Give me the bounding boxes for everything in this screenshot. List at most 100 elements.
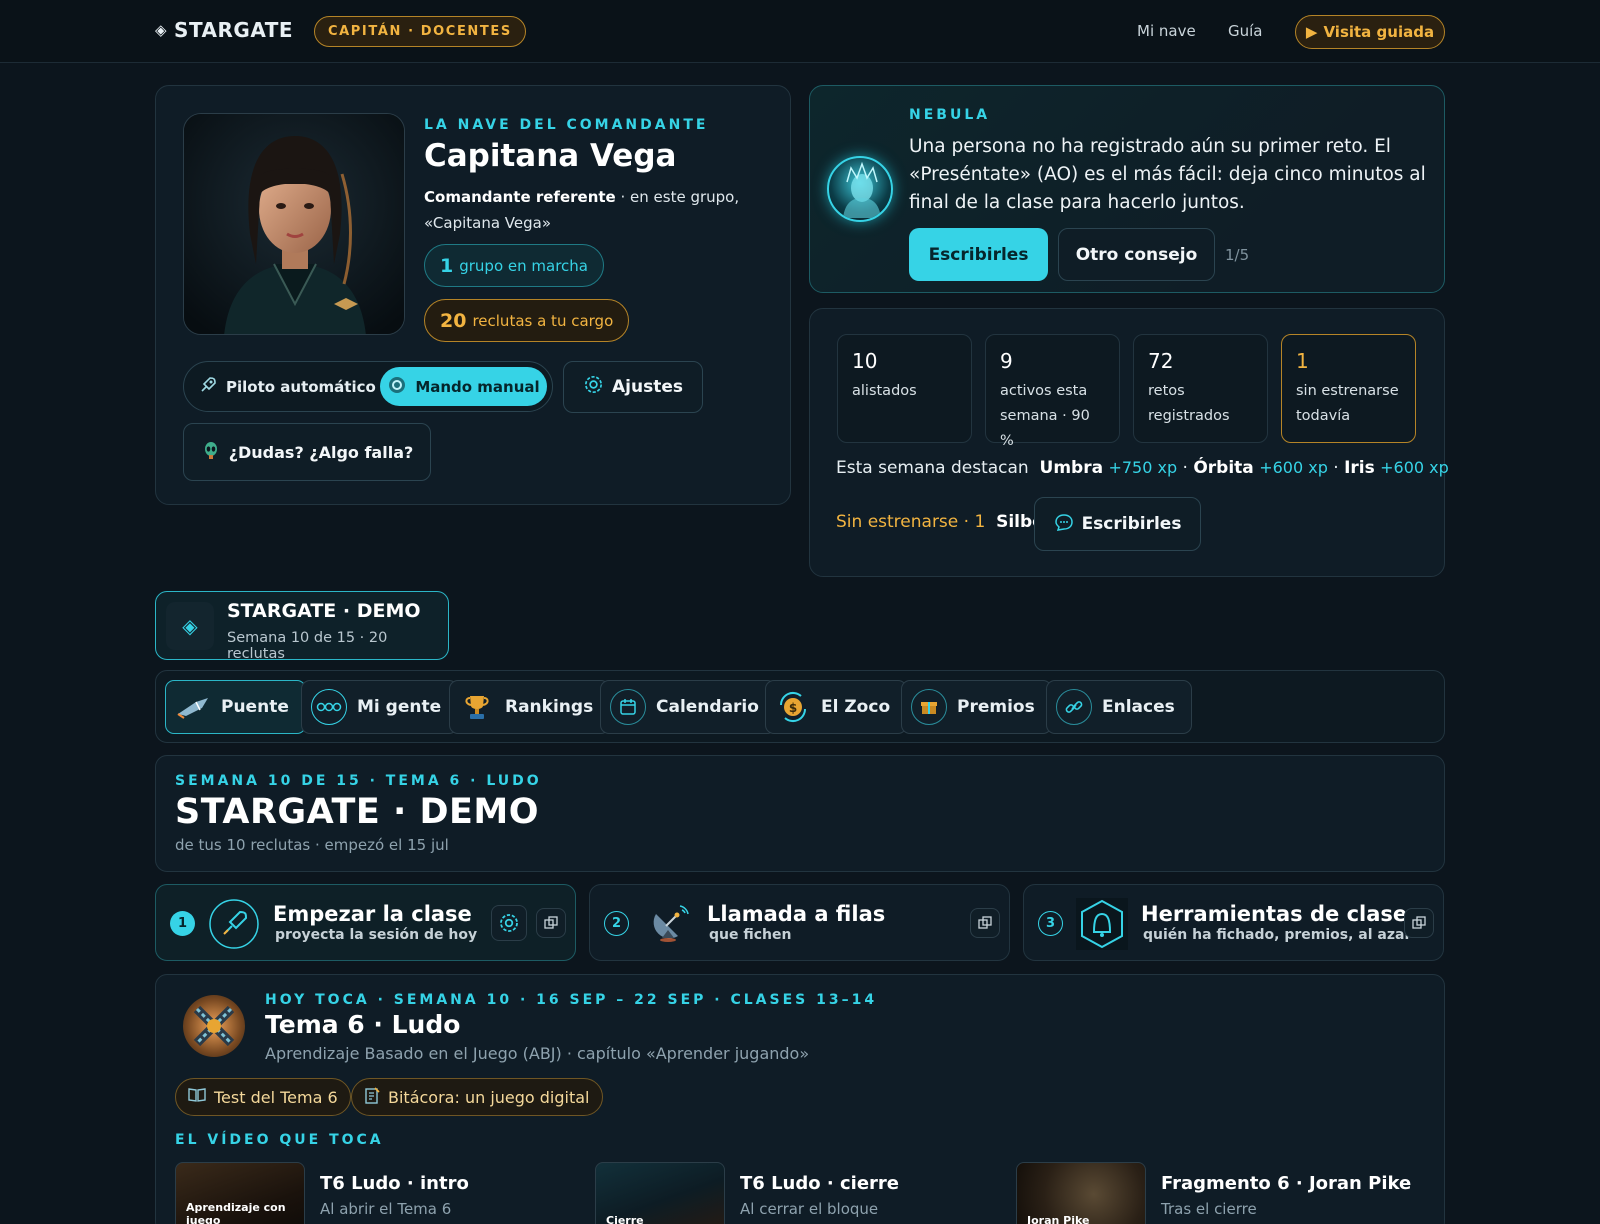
action-subtitle: que fichen xyxy=(709,927,792,943)
manual-mode-label: Mando manual xyxy=(415,377,540,396)
video-thumbnail: Joran Pike xyxy=(1016,1162,1146,1224)
untried-label: Sin estrenarse · 1 xyxy=(836,512,986,532)
video-title: T6 Ludo · intro xyxy=(320,1173,469,1194)
tab-label: Enlaces xyxy=(1102,697,1175,717)
settings-label: Ajustes xyxy=(612,377,683,397)
groups-label: grupo en marcha xyxy=(459,256,588,275)
copy-icon[interactable] xyxy=(536,908,566,938)
settings-button[interactable]: Ajustes xyxy=(563,361,703,413)
tab-rankings[interactable]: Rankings xyxy=(449,680,611,734)
step-number: 3 xyxy=(1038,911,1063,936)
copy-icon[interactable] xyxy=(1404,908,1434,938)
nav-guide[interactable]: Guía xyxy=(1228,22,1263,40)
guided-tour-button[interactable]: ▶ Visita guiada xyxy=(1295,15,1445,49)
bell-icon xyxy=(1076,898,1128,950)
coin-icon: $ xyxy=(775,689,811,725)
rocket-icon xyxy=(198,375,218,399)
highlight-name[interactable]: Iris xyxy=(1344,458,1375,478)
diamond-icon: ◈ xyxy=(155,21,168,39)
video-item[interactable]: Cierre T6 Ludo · cierre Al cerrar el blo… xyxy=(595,1162,995,1224)
video-subtitle: Al cerrar el bloque xyxy=(740,1200,879,1218)
nebula-advice-card: NEBULA Una persona no ha registrado aún … xyxy=(809,85,1445,293)
manual-mode-option[interactable]: Mando manual xyxy=(380,367,547,406)
stat-value: 9 xyxy=(1000,349,1013,373)
thumbnail-caption: Aprendizaje con juego xyxy=(186,1201,286,1224)
write-them-button[interactable]: Escribirles xyxy=(909,228,1048,281)
diamond-icon: ◈ xyxy=(166,602,214,650)
week-header: SEMANA 10 DE 15 · TEMA 6 · LUDO STARGATE… xyxy=(155,755,1445,872)
alien-icon xyxy=(201,440,221,464)
stat-value: 1 xyxy=(1296,349,1309,373)
video-item[interactable]: Aprendizaje con juego T6 Ludo · intro Al… xyxy=(175,1162,575,1224)
trophy-icon xyxy=(459,689,495,725)
tab-calendar[interactable]: Calendario xyxy=(600,680,776,734)
stat-label: activos esta semana · 90 % xyxy=(1000,383,1090,449)
another-tip-button[interactable]: Otro consejo xyxy=(1058,228,1215,281)
logo-text: STARGATE xyxy=(174,18,294,42)
nav-my-ship[interactable]: Mi nave xyxy=(1137,22,1196,40)
group-selector[interactable]: ◈ STARGATE · DEMO Semana 10 de 15 · 20 r… xyxy=(155,591,449,662)
start-class-card[interactable]: 1 Empezar la clase proyecta la sesión de… xyxy=(155,884,576,961)
week-title: STARGATE · DEMO xyxy=(175,792,539,832)
action-title: Empezar la clase xyxy=(273,902,472,926)
tab-label: Calendario xyxy=(656,697,759,717)
highlight-name[interactable]: Órbita xyxy=(1193,458,1253,478)
people-icon xyxy=(311,689,347,725)
video-item[interactable]: Joran Pike Fragmento 6 · Joran Pike Tras… xyxy=(1016,1162,1426,1224)
help-button[interactable]: ¿Dudas? ¿Algo falla? xyxy=(183,423,431,481)
topic-test-chip[interactable]: Test del Tema 6 xyxy=(175,1078,351,1116)
groups-count: 1 xyxy=(440,254,454,277)
autopilot-label: Piloto automático xyxy=(226,377,376,396)
untried-row: Sin estrenarse · 1 Silbo xyxy=(836,512,1044,532)
class-tools-card[interactable]: 3 Herramientas de clase quién ha fichado… xyxy=(1023,884,1444,961)
stat-untried[interactable]: 1 sin estrenarse todavía xyxy=(1281,334,1416,443)
topic-badge xyxy=(183,995,245,1057)
stat-active: 9 activos esta semana · 90 % xyxy=(985,334,1120,449)
step-number: 2 xyxy=(604,911,629,936)
tab-bridge[interactable]: Puente xyxy=(165,680,306,734)
nebula-kicker: NEBULA xyxy=(909,107,991,123)
thumbnail-caption: Cierre xyxy=(606,1214,644,1224)
gear-icon[interactable] xyxy=(491,905,527,941)
nebula-avatar xyxy=(827,156,893,222)
logbook-chip[interactable]: Bitácora: un juego digital xyxy=(351,1078,603,1116)
video-title: Fragmento 6 · Joran Pike xyxy=(1161,1173,1412,1194)
stat-value: 10 xyxy=(852,349,878,373)
video-title: T6 Ludo · cierre xyxy=(740,1173,899,1194)
commander-name: Capitana Vega xyxy=(424,138,677,174)
thumbnail-caption: Joran Pike xyxy=(1027,1214,1090,1224)
calendar-icon xyxy=(610,689,646,725)
highlight-xp: +750 xp xyxy=(1108,458,1178,477)
highlight-xp: +600 xp xyxy=(1259,458,1328,477)
notebook-icon xyxy=(364,1086,380,1108)
tab-links[interactable]: Enlaces xyxy=(1046,680,1192,734)
tab-label: Premios xyxy=(957,697,1035,717)
step-number: 1 xyxy=(170,911,195,936)
help-label: ¿Dudas? ¿Algo falla? xyxy=(228,442,414,462)
mode-toggle: Piloto automático Mando manual xyxy=(183,361,553,412)
group-subtitle: Semana 10 de 15 · 20 reclutas xyxy=(227,630,388,662)
play-icon: ▶ xyxy=(1305,23,1318,41)
autopilot-option[interactable]: Piloto automático xyxy=(198,362,376,411)
logo[interactable]: ◈ STARGATE xyxy=(155,18,293,42)
recruits-pill[interactable]: 20 reclutas a tu cargo xyxy=(424,299,630,342)
write-untried-label: Escribirles xyxy=(1081,514,1182,534)
video-thumbnail: Aprendizaje con juego xyxy=(175,1162,305,1224)
action-subtitle: proyecta la sesión de hoy xyxy=(275,927,478,943)
highlights-prefix: Esta semana destacan xyxy=(836,458,1029,478)
roll-call-card[interactable]: 2 Llamada a filas que fichen xyxy=(589,884,1010,961)
stat-label: retos registrados xyxy=(1148,383,1230,424)
tab-prizes[interactable]: Premios xyxy=(901,680,1052,734)
stat-challenges: 72 retos registrados xyxy=(1133,334,1268,443)
link-icon xyxy=(1056,689,1092,725)
stat-value: 72 xyxy=(1148,349,1174,373)
copy-icon[interactable] xyxy=(970,908,1000,938)
chat-icon xyxy=(1054,512,1074,537)
write-untried-button[interactable]: Escribirles xyxy=(1034,497,1201,551)
tab-my-people[interactable]: Mi gente xyxy=(301,680,459,734)
highlight-name[interactable]: Umbra xyxy=(1040,458,1104,478)
tab-bazaar[interactable]: $ El Zoco xyxy=(765,680,908,734)
tip-counter: 1/5 xyxy=(1225,246,1250,264)
profile-kicker: LA NAVE DEL COMANDANTE xyxy=(424,117,709,133)
groups-pill[interactable]: 1 grupo en marcha xyxy=(424,244,604,287)
